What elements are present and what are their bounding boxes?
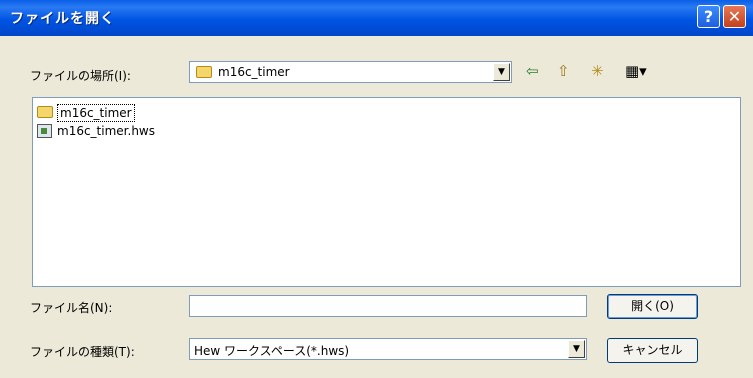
location-value: m16c_timer <box>218 65 290 79</box>
filename-field[interactable] <box>189 295 587 317</box>
window-title: ファイルを開く <box>10 11 115 27</box>
file-name: m16c_timer <box>57 104 135 122</box>
location-dropdown[interactable]: m16c_timer ▼ <box>189 61 512 83</box>
filetype-label: ファイルの種類(T): <box>30 345 135 359</box>
view-menu-icon[interactable]: ▦▾ <box>625 63 647 79</box>
folder-icon <box>196 66 212 78</box>
file-list[interactable]: m16c_timer m16c_timer.hws <box>32 97 741 287</box>
new-folder-icon[interactable]: ✳ <box>591 63 604 79</box>
filetype-dropdown[interactable]: Hew ワークスペース(*.hws) ▼ <box>189 338 587 360</box>
title-bar: ファイルを開く ? ✕ <box>0 0 753 36</box>
help-button[interactable]: ? <box>697 5 720 28</box>
location-label: ファイルの場所(I): <box>30 69 131 83</box>
chevron-down-icon[interactable]: ▼ <box>568 340 585 358</box>
workspace-icon <box>37 124 52 138</box>
open-button[interactable]: 開く(O) <box>607 294 698 319</box>
back-icon[interactable]: ⇦ <box>526 63 539 79</box>
folder-icon <box>37 106 53 118</box>
file-name: m16c_timer.hws <box>57 124 155 138</box>
up-folder-icon[interactable]: ⇧ <box>557 63 570 79</box>
filetype-value: Hew ワークスペース(*.hws) <box>194 344 350 358</box>
close-button[interactable]: ✕ <box>723 5 746 28</box>
cancel-button[interactable]: キャンセル <box>607 338 698 363</box>
filename-label: ファイル名(N): <box>30 301 113 315</box>
chevron-down-icon[interactable]: ▼ <box>493 63 510 81</box>
